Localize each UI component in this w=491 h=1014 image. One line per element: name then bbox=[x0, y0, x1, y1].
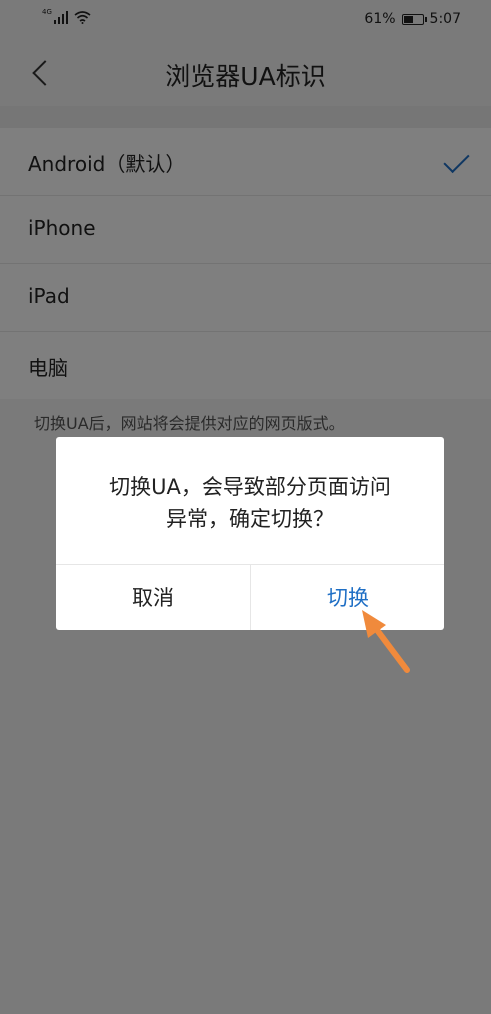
cancel-button[interactable]: 取消 bbox=[56, 565, 250, 630]
dialog-message-line: 切换UA，会导致部分页面访问 bbox=[109, 475, 391, 499]
confirm-switch-button[interactable]: 切换 bbox=[250, 565, 444, 630]
confirm-dialog: 切换UA，会导致部分页面访问 异常，确定切换？ 取消 切换 bbox=[56, 437, 444, 630]
dialog-message-line: 异常，确定切换？ bbox=[166, 507, 334, 531]
dialog-message: 切换UA，会导致部分页面访问 异常，确定切换？ bbox=[76, 471, 424, 535]
dialog-button-row: 取消 切换 bbox=[56, 564, 444, 630]
